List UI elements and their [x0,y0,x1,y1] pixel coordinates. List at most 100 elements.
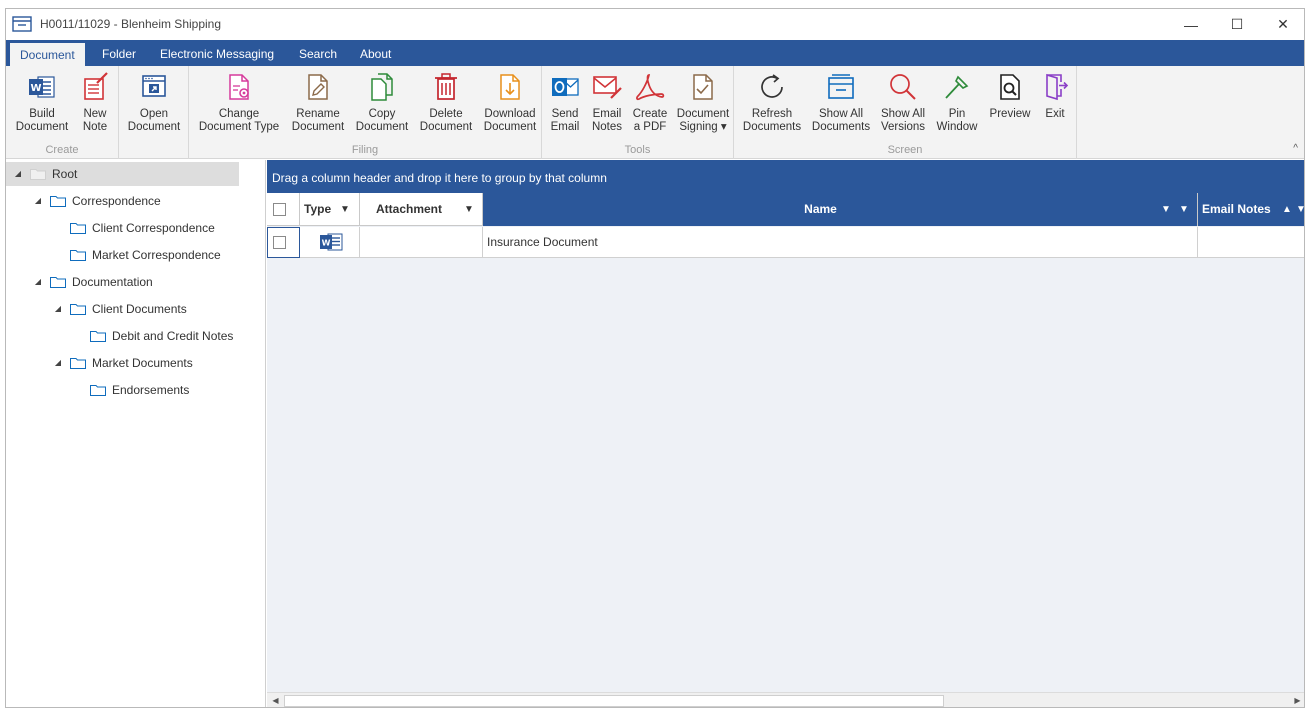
show-all-documents-icon [828,74,854,99]
tree-node-label: Client Correspondence [92,221,215,235]
build-document-button[interactable]: W Build Document [10,71,74,134]
exit-button[interactable]: Exit [1037,71,1073,121]
collapse-ribbon-button[interactable]: ^ [1293,143,1298,154]
create-pdf-label-1: Create [632,108,668,120]
column-header-attachment[interactable]: Attachment ▼ [360,193,483,226]
pin-window-label-2: Window [936,121,978,133]
send-email-button[interactable]: Send Email [546,71,584,134]
ribbon-group-label-screen: Screen [887,144,923,156]
filter-icon[interactable]: ▼ [340,193,350,226]
tab-document[interactable]: Document [10,43,85,66]
show-all-versions-label-1: Show All [880,108,926,120]
minimize-button[interactable]: — [1168,9,1214,40]
maximize-icon: ☐ [1230,16,1244,32]
show-all-versions-button[interactable]: Show All Versions [877,71,929,134]
build-document-label-1: Build [29,108,55,120]
collapse-arrow-icon[interactable]: ◢ [52,351,64,375]
close-button[interactable]: ✕ [1260,9,1304,40]
folder-icon [70,223,86,234]
open-document-label-1: Open [139,108,169,120]
column-header-name[interactable]: Name ▼ ▼ [483,193,1198,226]
column-header-label: Attachment [376,202,443,216]
row-email-notes-cell [1198,227,1304,258]
delete-document-label-2: Document [419,121,473,133]
tab-about[interactable]: About [350,40,401,66]
folder-tree: ◢ Root ◢ Correspondence Client Correspon… [6,160,266,707]
row-select-cell [267,227,300,258]
collapse-arrow-icon[interactable]: ◢ [32,189,44,213]
collapse-arrow-icon[interactable]: ◢ [52,297,64,321]
tree-node-label: Documentation [72,275,153,289]
grid-header-row: Type ▼ Attachment ▼ Name ▼ ▼ Email Notes… [267,193,1304,226]
pin-window-button[interactable]: Pin Window [933,71,981,134]
folder-icon [50,277,66,288]
pdf-icon [636,74,665,101]
open-document-label-2: Document [127,121,181,133]
show-all-documents-label-1: Show All [818,108,864,120]
download-document-label-2: Document [483,121,537,133]
filter-icon[interactable]: ▼ [1179,193,1189,226]
tree-node-label: Market Correspondence [92,248,221,262]
delete-document-label-1: Delete [429,108,463,120]
refresh-documents-button[interactable]: Refresh Documents [739,71,805,134]
show-all-versions-label-2: Versions [880,121,926,133]
tab-electronic-messaging[interactable]: Electronic Messaging [150,40,284,66]
column-header-label: Type [304,202,332,216]
word-icon: W [29,76,55,98]
table-row[interactable]: W Insurance Document [267,227,1304,258]
delete-document-button[interactable]: Delete Document [415,71,477,134]
open-document-icon [142,75,166,97]
tab-search[interactable]: Search [289,40,347,66]
scroll-left-icon[interactable]: ◀ [267,693,284,707]
preview-button[interactable]: Preview [985,71,1035,121]
scroll-right-icon[interactable]: ▶ [1289,693,1304,707]
exit-icon [1046,73,1069,101]
ribbon: W Build Document New Note Create Open Do… [6,66,1304,159]
tab-folder[interactable]: Folder [92,40,146,66]
build-document-label-2: Document [15,121,69,133]
collapse-arrow-icon[interactable]: ◢ [32,270,44,294]
folder-icon [30,169,46,180]
horizontal-scrollbar[interactable]: ◀ ▶ [267,692,1304,707]
row-attachment-cell [360,227,483,258]
column-header-email-notes[interactable]: Email Notes ▲ ▼ [1198,193,1304,226]
new-note-label-1: New [83,108,107,120]
documents-grid: Drag a column header and drop it here to… [267,160,1304,707]
rename-document-button[interactable]: Rename Document [287,71,349,134]
scrollbar-thumb[interactable] [284,695,944,707]
rename-document-label-1: Rename [296,108,340,120]
email-notes-button[interactable]: Email Notes [588,71,626,134]
download-icon [500,74,520,100]
select-all-checkbox[interactable] [273,203,286,216]
svg-text:W: W [30,83,41,94]
change-document-type-button[interactable]: Change Document Type [193,71,285,134]
new-note-icon [84,72,108,100]
show-all-documents-label-2: Documents [811,121,871,133]
document-signing-button[interactable]: Document Signing ▾ [674,71,732,134]
window-title: H0011/11029 - Blenheim Shipping [40,17,222,31]
change-type-icon [229,74,249,100]
show-all-documents-button[interactable]: Show All Documents [809,71,873,134]
tree-node-root[interactable]: ◢ Root [6,162,239,186]
download-document-label-1: Download [484,108,536,120]
row-checkbox[interactable] [273,236,286,249]
create-pdf-button[interactable]: Create a PDF [630,71,670,134]
sort-descending-icon[interactable]: ▼ [1161,193,1171,226]
copy-icon [371,73,393,101]
copy-document-button[interactable]: Copy Document [351,71,413,134]
column-header-type[interactable]: Type ▼ [300,193,360,226]
send-email-label-1: Send [551,108,579,120]
sort-ascending-icon[interactable]: ▲ [1282,193,1292,226]
group-by-panel[interactable]: Drag a column header and drop it here to… [267,160,1304,193]
maximize-button[interactable]: ☐ [1214,9,1260,40]
filter-icon[interactable]: ▼ [1296,193,1304,226]
download-document-button[interactable]: Download Document [479,71,541,134]
email-notes-label-2: Notes [591,121,623,133]
app-icon [12,16,32,32]
new-note-button[interactable]: New Note [76,71,114,134]
folder-icon [90,331,106,342]
open-document-button[interactable]: Open Document [122,71,186,134]
rename-icon [308,74,328,100]
collapse-arrow-icon[interactable]: ◢ [12,162,24,186]
filter-icon[interactable]: ▼ [464,193,474,226]
